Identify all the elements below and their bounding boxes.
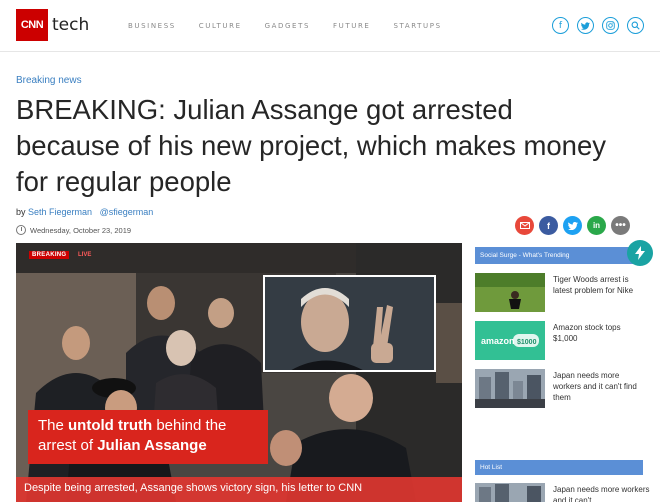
- nav-item-business[interactable]: BUSINESS: [128, 22, 176, 30]
- thumb-amazon-badge: $1000: [517, 339, 537, 346]
- thumbnail-amazon: amazon $1000: [475, 321, 545, 360]
- trending-item[interactable]: Tiger Woods arrest is latest problem for…: [475, 273, 643, 312]
- section-nav: BUSINESS CULTURE GADGETS FUTURE STARTUPS: [128, 22, 465, 30]
- thumbnail-japan-hot: [475, 483, 545, 502]
- cnn-logo[interactable]: CNN: [16, 9, 48, 41]
- hot-list-header: Hot List: [475, 460, 643, 475]
- nav-item-culture[interactable]: CULTURE: [199, 22, 242, 30]
- nav-item-startups[interactable]: STARTUPS: [393, 22, 441, 30]
- trending-item-text[interactable]: Japan needs more workers and it can't fi…: [545, 369, 643, 408]
- search-icon[interactable]: [627, 17, 644, 34]
- live-badge: LIVE: [78, 252, 92, 258]
- article-headline: BREAKING: Julian Assange got arrested be…: [16, 94, 607, 197]
- trending-item[interactable]: Japan needs more workers and it can't fi…: [475, 369, 643, 408]
- twitter-share-icon[interactable]: [563, 216, 582, 235]
- trending-item-text[interactable]: Amazon stock tops $1,000: [545, 321, 643, 360]
- nav-item-future[interactable]: FUTURE: [333, 22, 370, 30]
- trending-item[interactable]: amazon $1000 Amazon stock tops $1,000: [475, 321, 643, 360]
- inset-photo: [263, 275, 436, 372]
- hot-list-item[interactable]: Japan needs more workers and it can't: [475, 483, 660, 502]
- trending-sidebar: Social Surge - What's Trending Tiger Woo…: [475, 240, 653, 408]
- hero-subcaption[interactable]: Despite being arrested, Assange shows vi…: [16, 477, 462, 502]
- trending-header: Social Surge - What's Trending: [475, 240, 653, 266]
- lightning-icon: [627, 240, 653, 266]
- thumb-amazon-label: amazon: [481, 336, 515, 346]
- author-handle-link[interactable]: @sfiegerman: [100, 207, 154, 217]
- publish-date: Wednesday, October 23, 2019: [30, 225, 132, 235]
- facebook-icon[interactable]: f: [552, 17, 569, 34]
- logo-subtitle[interactable]: tech: [52, 15, 89, 35]
- hot-list-item-text[interactable]: Japan needs more workers and it can't: [545, 483, 660, 502]
- thumbnail-golf: [475, 273, 545, 312]
- top-navigation-bar: CNN tech BUSINESS CULTURE GADGETS FUTURE…: [0, 0, 660, 52]
- trending-title: Social Surge - What's Trending: [480, 252, 570, 259]
- more-share-icon[interactable]: •••: [611, 216, 630, 235]
- twitter-icon[interactable]: [577, 17, 594, 34]
- social-links: f: [552, 17, 644, 34]
- linkedin-share-icon[interactable]: in: [587, 216, 606, 235]
- caption-bold-2: Julian Assange: [97, 437, 207, 454]
- hero-image[interactable]: BREAKING LIVE The untold truth behind th…: [16, 243, 462, 502]
- byline-prefix: by: [16, 207, 26, 217]
- instagram-icon[interactable]: [602, 17, 619, 34]
- caption-text-1: The: [38, 417, 69, 434]
- trending-item-text[interactable]: Tiger Woods arrest is latest problem for…: [545, 273, 643, 312]
- caption-bold-1: untold truth: [68, 417, 153, 434]
- dateline: Wednesday, October 23, 2019: [16, 225, 131, 235]
- author-link[interactable]: Seth Fiegerman: [28, 207, 92, 217]
- byline: by Seth Fiegerman @sfiegerman: [16, 207, 153, 217]
- nav-item-gadgets[interactable]: GADGETS: [265, 22, 310, 30]
- article-kicker[interactable]: Breaking news: [16, 75, 82, 86]
- share-buttons: f in •••: [515, 216, 630, 235]
- breaking-badge: BREAKING: [29, 251, 70, 259]
- clock-icon: [16, 225, 26, 235]
- email-share-icon[interactable]: [515, 216, 534, 235]
- hot-list-title: Hot List: [480, 464, 503, 471]
- facebook-share-icon[interactable]: f: [539, 216, 558, 235]
- hero-caption: The untold truth behind the arrest of Ju…: [28, 410, 268, 464]
- thumbnail-japan: [475, 369, 545, 408]
